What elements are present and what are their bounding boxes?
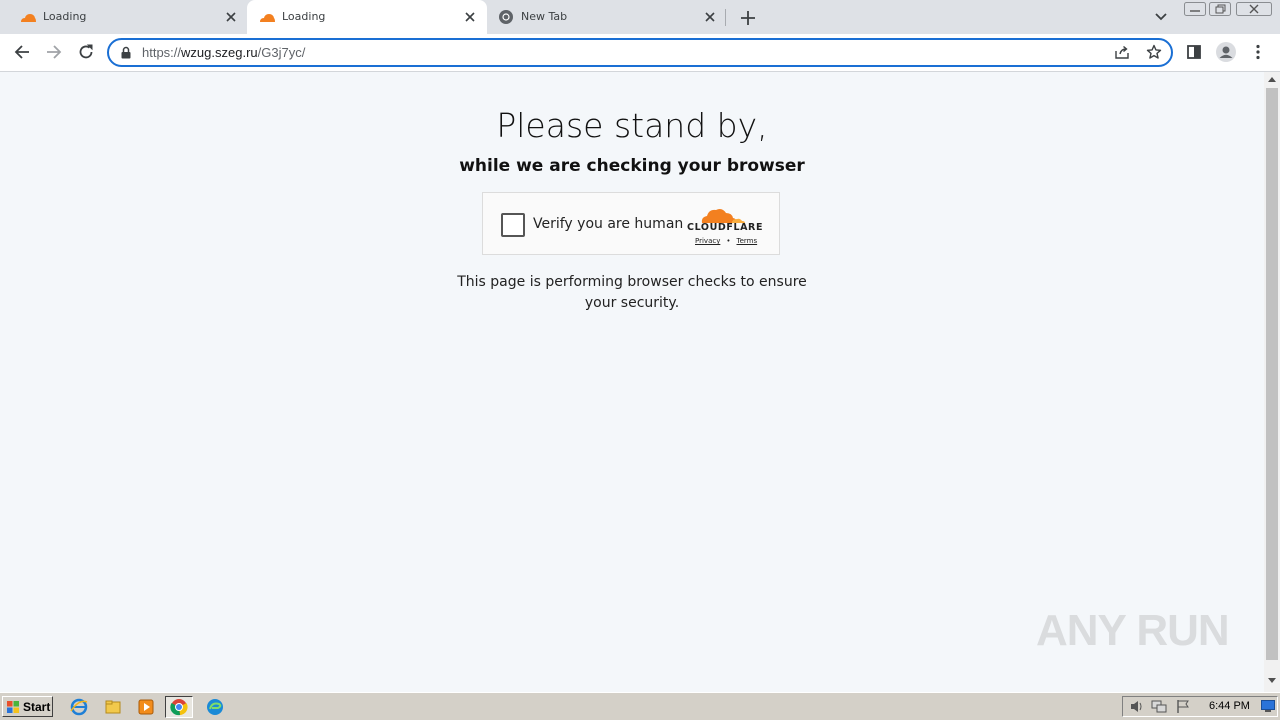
- tab-separator: [725, 9, 726, 26]
- media-player-icon[interactable]: [137, 698, 155, 716]
- tab-title: Loading: [282, 10, 326, 23]
- tab-title: Loading: [43, 10, 87, 23]
- explorer-icon[interactable]: [104, 698, 122, 716]
- windows-taskbar: Start 6:44 PM: [0, 692, 1280, 720]
- description-line-2: your security.: [584, 295, 680, 311]
- page-heading: Please stand by,: [496, 106, 768, 145]
- tab-title: New Tab: [521, 10, 568, 23]
- tab-new-tab[interactable]: New Tab: [488, 0, 724, 34]
- side-panel-icon: [1187, 45, 1201, 59]
- network-icon[interactable]: [1151, 699, 1167, 714]
- chrome-icon: [170, 699, 188, 716]
- arrow-left-icon: [14, 45, 29, 59]
- scroll-down-icon[interactable]: [1268, 678, 1276, 684]
- tab-close-icon[interactable]: [702, 9, 718, 25]
- new-tab-button[interactable]: [737, 7, 759, 29]
- description-line-1: This page is performing browser checks t…: [457, 274, 807, 290]
- url-text[interactable]: https://wzug.szeg.ru/G3j7yc/: [142, 45, 305, 60]
- start-label: Start: [23, 699, 51, 714]
- system-tray: 6:44 PM: [1122, 696, 1278, 717]
- page-content: Please stand by, while we are checking y…: [0, 72, 1264, 692]
- edge-icon[interactable]: [206, 698, 224, 716]
- avatar-icon: [1216, 42, 1236, 62]
- chrome-taskbar-button[interactable]: [165, 696, 193, 718]
- cloudflare-icon: [260, 14, 275, 22]
- profile-button[interactable]: [1214, 40, 1238, 64]
- plus-icon: [741, 11, 755, 25]
- show-desktop-icon[interactable]: [1261, 700, 1275, 712]
- scrollbar-thumb[interactable]: [1266, 88, 1278, 660]
- minimize-icon[interactable]: [1184, 2, 1206, 16]
- scroll-up-icon[interactable]: [1268, 76, 1276, 82]
- browser-toolbar: https://wzug.szeg.ru/G3j7yc/: [0, 34, 1280, 72]
- side-panel-button[interactable]: [1182, 40, 1206, 64]
- lock-icon[interactable]: [121, 46, 131, 59]
- share-icon[interactable]: [1114, 44, 1130, 60]
- start-button[interactable]: Start: [2, 696, 53, 717]
- kebab-menu-icon: [1256, 44, 1260, 60]
- taskbar-clock[interactable]: 6:44 PM: [1209, 700, 1250, 712]
- windows-flag-icon: [7, 700, 19, 713]
- page-subheading: while we are checking your browser: [459, 156, 805, 176]
- back-button[interactable]: [10, 40, 34, 64]
- tab-close-icon[interactable]: [223, 9, 239, 25]
- address-bar[interactable]: https://wzug.szeg.ru/G3j7yc/: [107, 38, 1173, 67]
- widget-links: Privacy • Terms: [695, 237, 757, 245]
- cloudflare-wordmark: CLOUDFLARE: [687, 222, 764, 233]
- url-host: wzug.szeg.ru: [181, 45, 258, 60]
- anyrun-watermark: ANY RUN: [1036, 606, 1230, 655]
- vertical-scrollbar[interactable]: [1264, 72, 1280, 692]
- chrome-icon: [499, 10, 513, 24]
- turnstile-widget: Verify you are human CLOUDFLARE Privacy •…: [482, 192, 780, 255]
- verify-checkbox-label[interactable]: Verify you are human: [533, 216, 683, 232]
- tab-strip: Loading Loading New Tab: [0, 0, 1280, 34]
- cloudflare-icon: [21, 14, 36, 22]
- chevron-down-icon[interactable]: [1152, 9, 1170, 25]
- link-separator: •: [726, 237, 731, 245]
- tab-close-icon[interactable]: [462, 9, 478, 25]
- action-center-flag-icon[interactable]: [1175, 699, 1191, 714]
- forward-button[interactable]: [42, 40, 66, 64]
- restore-icon[interactable]: [1209, 2, 1231, 16]
- terms-link[interactable]: Terms: [737, 237, 758, 245]
- reload-icon: [79, 44, 93, 59]
- tab-loading-2[interactable]: Loading: [247, 0, 487, 34]
- tab-loading-1[interactable]: Loading: [0, 0, 246, 34]
- url-scheme: https://: [142, 45, 182, 60]
- bookmark-star-icon[interactable]: [1146, 44, 1162, 60]
- volume-icon[interactable]: [1129, 699, 1145, 714]
- reload-button[interactable]: [74, 40, 98, 64]
- ie-icon[interactable]: [70, 698, 88, 716]
- url-path: /G3j7yc/: [257, 45, 306, 60]
- menu-button[interactable]: [1246, 40, 1270, 64]
- verify-checkbox[interactable]: [501, 213, 525, 237]
- page-description: This page is performing browser checks t…: [432, 272, 832, 314]
- arrow-right-icon: [47, 45, 62, 59]
- close-window-icon[interactable]: [1236, 2, 1272, 16]
- privacy-link[interactable]: Privacy: [695, 237, 720, 245]
